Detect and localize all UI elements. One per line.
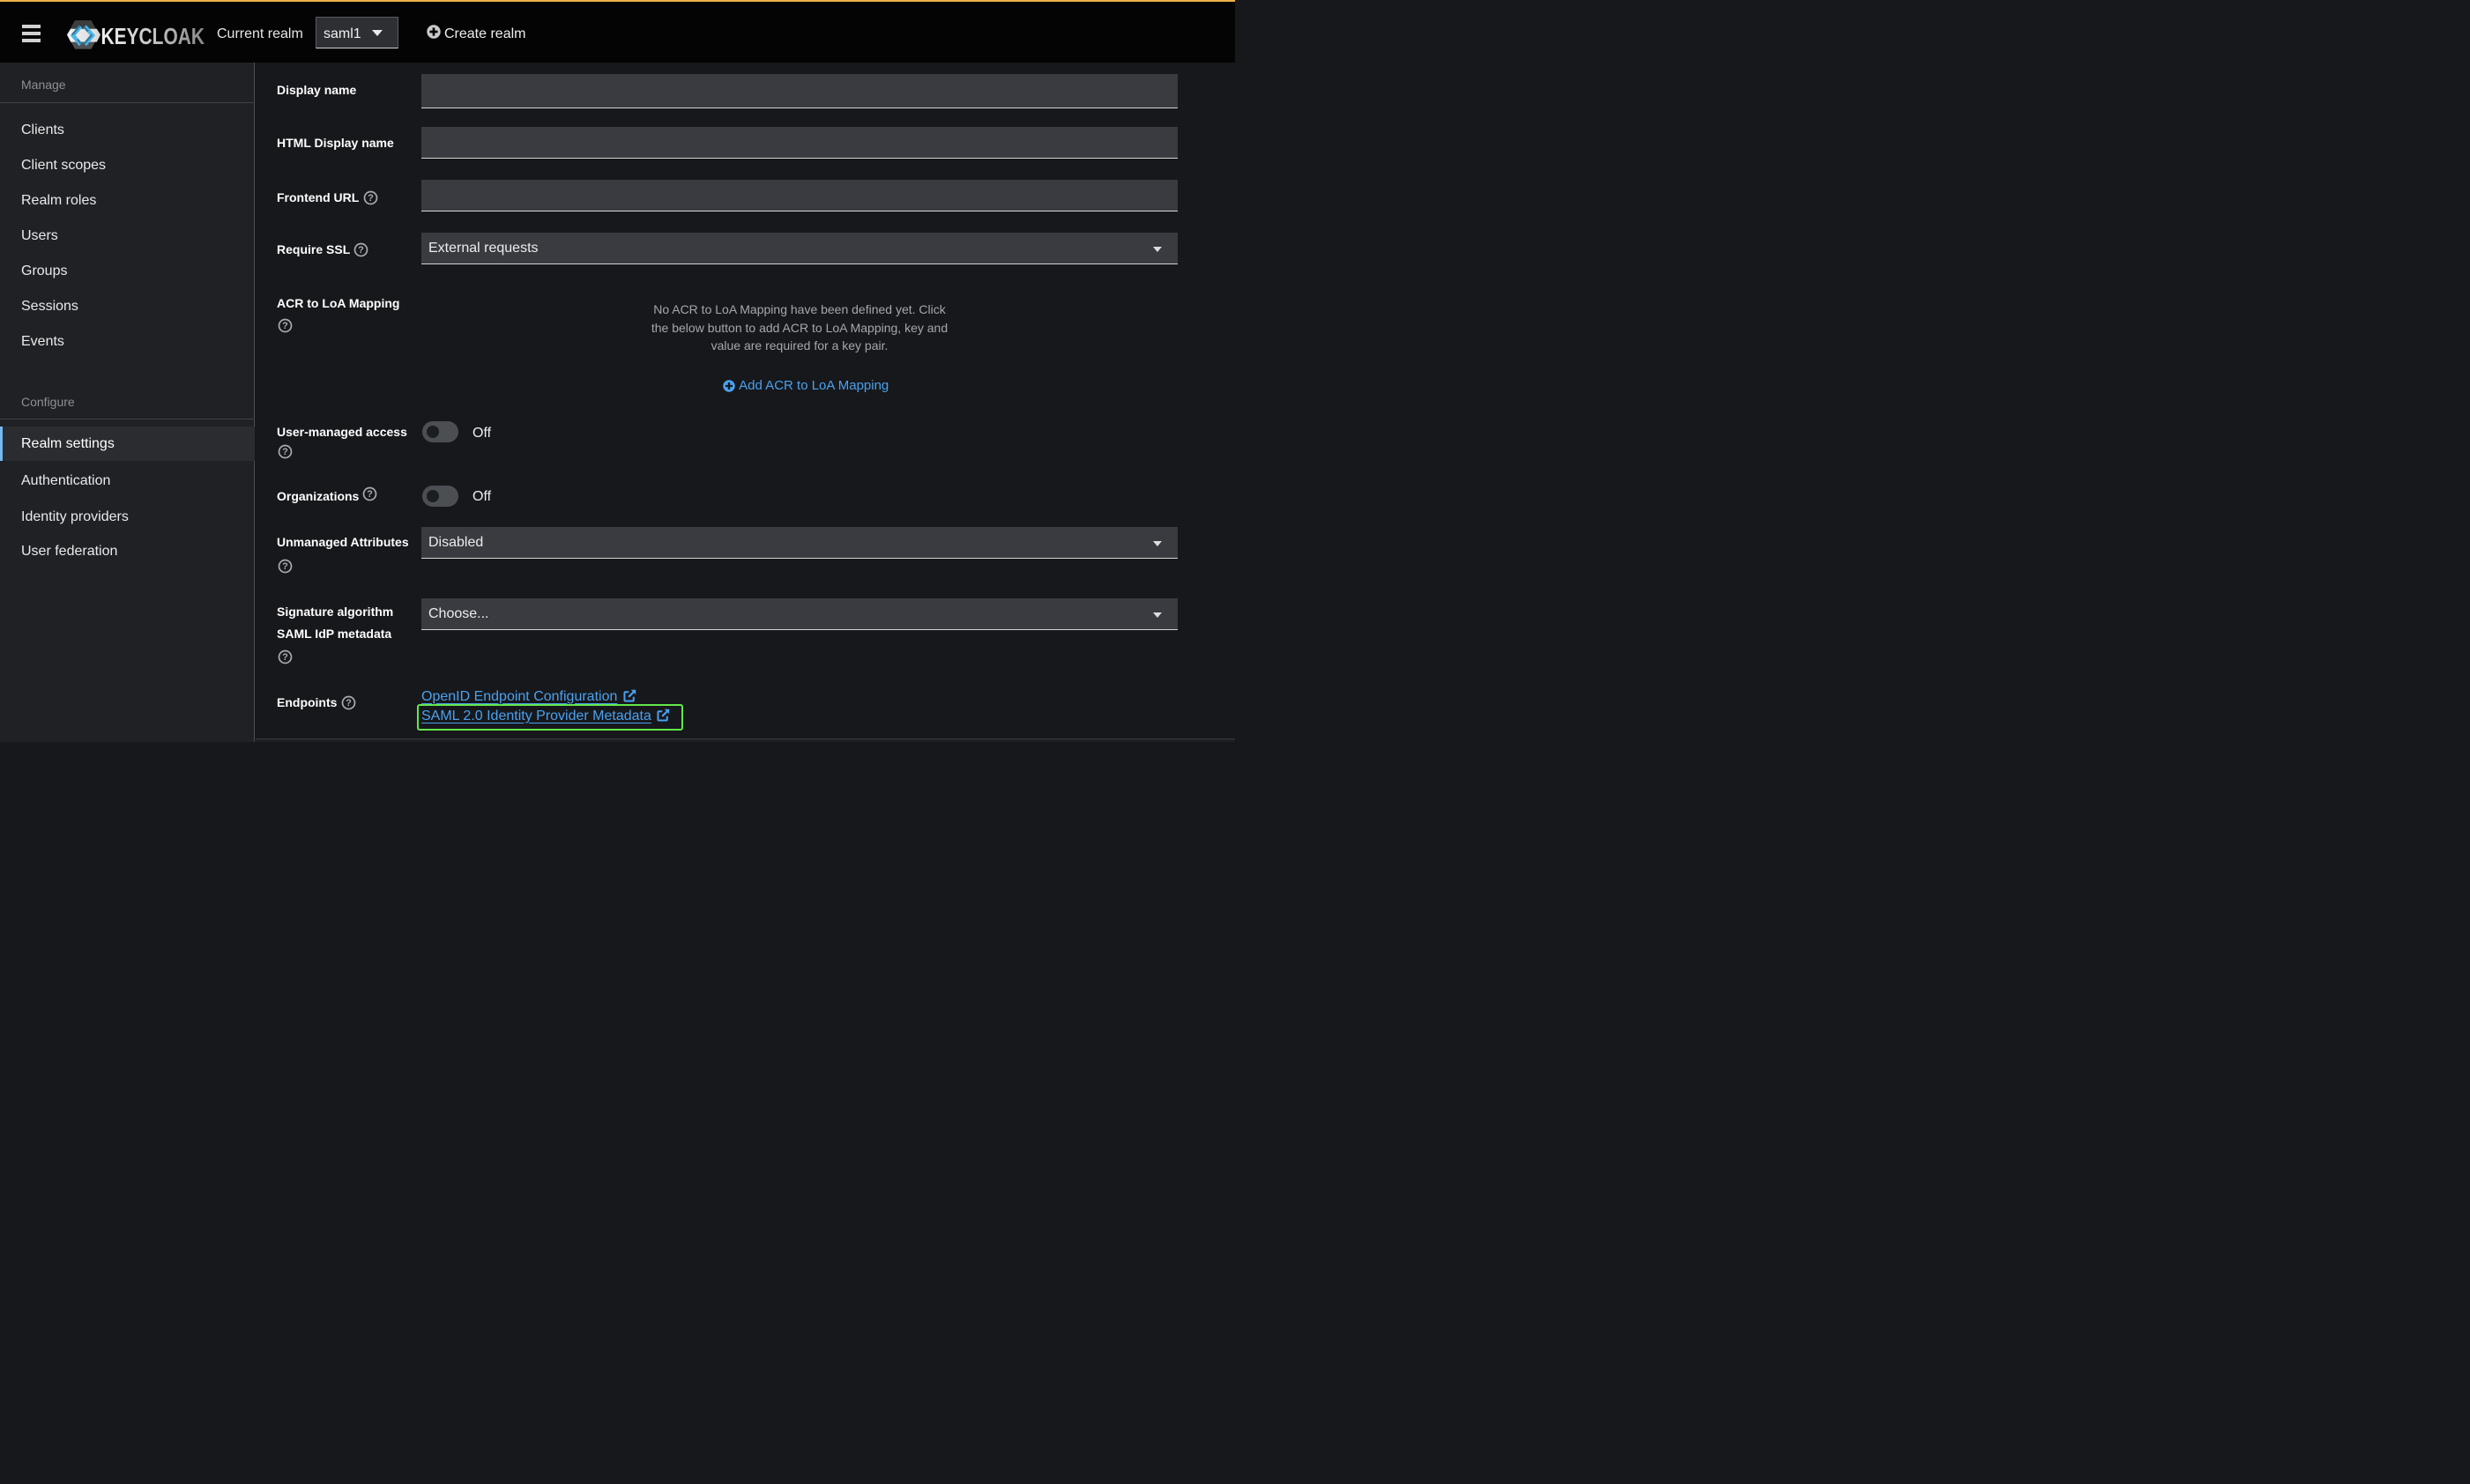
svg-text:?: ?: [282, 447, 288, 457]
svg-text:?: ?: [368, 193, 374, 204]
svg-text:KEYCLOAK: KEYCLOAK: [101, 25, 205, 49]
svg-text:?: ?: [282, 652, 288, 663]
svg-text:?: ?: [282, 321, 288, 331]
svg-text:?: ?: [367, 489, 373, 500]
svg-text:?: ?: [346, 698, 352, 709]
svg-text:?: ?: [282, 561, 288, 572]
svg-text:?: ?: [358, 245, 364, 256]
